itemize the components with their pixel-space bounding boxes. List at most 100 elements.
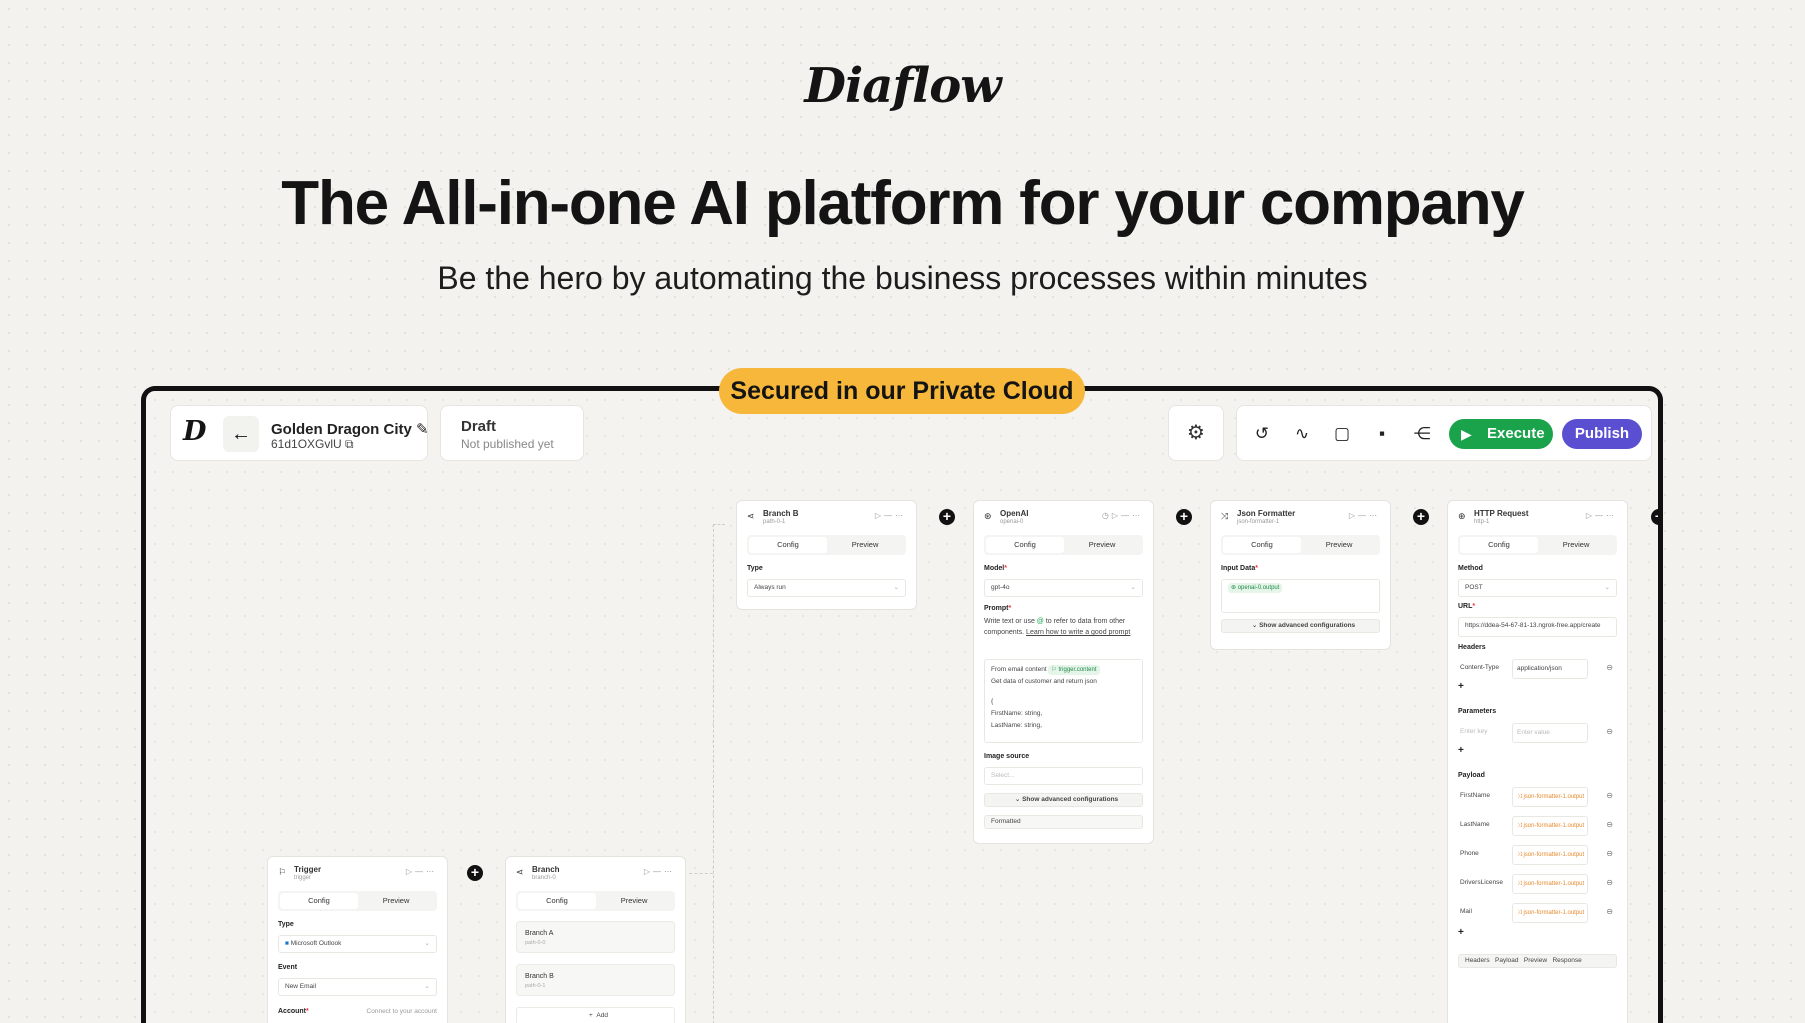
activity-pulse-icon[interactable]: ∿ — [1289, 421, 1315, 447]
payload-value-input[interactable]: ⤨ json-formatter-1.output — [1512, 903, 1588, 923]
tab-config[interactable]: Config — [749, 537, 827, 553]
node-controls-icon[interactable]: ▷—⋯ — [644, 867, 675, 876]
save-disk-icon[interactable]: ▪ — [1369, 421, 1395, 447]
prompt-help: Write text or use @ to refer to data fro… — [984, 618, 1131, 636]
page-subline: Be the hero by automating the business p… — [437, 260, 1368, 296]
node-id: openai-0 — [1000, 519, 1024, 525]
remove-circle-icon[interactable]: ⊖ — [1606, 727, 1613, 736]
remove-circle-icon[interactable]: ⊖ — [1606, 791, 1613, 800]
back-arrow-icon[interactable]: ← — [223, 416, 259, 452]
add-plus-icon[interactable]: + — [1458, 745, 1464, 756]
add-node-plus-icon[interactable]: + — [939, 509, 955, 525]
edit-pencil-icon[interactable]: ✎ — [416, 421, 429, 438]
header-value-input[interactable]: application/json — [1512, 659, 1588, 679]
node-title: OpenAI — [1000, 509, 1029, 518]
node-controls-icon[interactable]: ▷—⋯ — [406, 867, 437, 876]
tab-preview[interactable]: Preview — [1063, 537, 1141, 553]
url-input[interactable]: https://ddea-54-67-81-13.ngrok-free.app/… — [1458, 617, 1617, 637]
add-node-plus-icon[interactable]: + — [467, 865, 483, 881]
prompt-textarea[interactable]: From email content ⚐ trigger.content Get… — [984, 659, 1143, 743]
payload-value-input[interactable]: ⤨ json-formatter-1.output — [1512, 816, 1588, 836]
tab-config[interactable]: Config — [1223, 537, 1301, 553]
at-icon: @ — [1036, 618, 1044, 625]
add-plus-icon[interactable]: + — [1458, 927, 1464, 938]
remove-circle-icon[interactable]: ⊖ — [1606, 663, 1613, 672]
add-plus-icon[interactable]: + — [1458, 681, 1464, 692]
project-name[interactable]: Golden Dragon City ✎ — [271, 420, 429, 438]
add-node-plus-icon[interactable]: + — [1176, 509, 1192, 525]
tab-headers[interactable]: Headers — [1465, 957, 1490, 964]
tab-preview[interactable]: Preview — [1300, 537, 1378, 553]
variable-tag: ⊛ openai-0.output — [1228, 583, 1283, 593]
branch-icon: ⋖ — [747, 511, 755, 521]
diaflow-mark-icon[interactable]: D — [183, 416, 206, 447]
method-select[interactable]: POST ⌄ — [1458, 579, 1617, 597]
settings-gear-icon[interactable]: ⚙ — [1168, 405, 1224, 461]
share-icon[interactable]: ⋲ — [1409, 421, 1435, 447]
node-controls-icon[interactable]: ▷—⋯ — [1586, 511, 1617, 520]
add-branch-button[interactable]: + Add — [516, 1007, 675, 1023]
history-icon[interactable]: ↺ — [1249, 421, 1275, 447]
tab-response[interactable]: Response — [1552, 957, 1581, 964]
add-node-plus-icon[interactable]: + — [1413, 509, 1429, 525]
input-data-field[interactable]: ⊛ openai-0.output — [1221, 579, 1380, 613]
node-tabs: Config Preview — [516, 891, 675, 911]
advanced-config-toggle[interactable]: ⌄ Show advanced configurations — [984, 793, 1143, 807]
node-controls-icon[interactable]: ▷—⋯ — [875, 511, 906, 520]
node-branch[interactable]: ⋖ Branch branch-0 ▷—⋯ Config Preview Bra… — [505, 856, 686, 1023]
project-id: 61d1OXGvlU ⧉ — [271, 437, 354, 451]
param-key-input[interactable]: Enter key — [1460, 728, 1487, 735]
tab-preview[interactable]: Preview — [1524, 957, 1547, 964]
copy-icon[interactable]: ⧉ — [345, 437, 354, 451]
node-controls-icon[interactable]: ◷▷—⋯ — [1102, 511, 1143, 520]
add-node-plus-icon[interactable]: + — [1651, 509, 1658, 525]
param-value-input[interactable]: Enter value — [1512, 723, 1588, 743]
type-select[interactable]: Always run ⌄ — [747, 579, 906, 597]
connector-line — [689, 873, 713, 874]
node-id: json-formatter-1 — [1237, 519, 1280, 525]
image-source-select[interactable]: Select... — [984, 767, 1143, 785]
payload-value-input[interactable]: ⤨ json-formatter-1.output — [1512, 845, 1588, 865]
execute-button[interactable]: ▶ Execute — [1449, 419, 1553, 449]
advanced-config-toggle[interactable]: ⌄ Show advanced configurations — [1221, 619, 1380, 633]
node-trigger[interactable]: ⚐ Trigger trigger ▷—⋯ Config Preview Typ… — [267, 856, 448, 1023]
field-label: Type — [278, 921, 294, 928]
field-label: Parameters — [1458, 708, 1497, 715]
node-branch-b[interactable]: ⋖ Branch B path-0-1 ▷—⋯ Config Preview T… — [736, 500, 917, 610]
remove-circle-icon[interactable]: ⊖ — [1606, 878, 1613, 887]
tab-config[interactable]: Config — [1460, 537, 1538, 553]
node-title: Branch B — [763, 509, 799, 518]
prompt-help-link[interactable]: Learn how to write a good prompt — [1026, 629, 1130, 636]
output-format-select[interactable]: Formatted — [984, 815, 1143, 829]
connect-account-link[interactable]: Connect to your account — [367, 1008, 437, 1015]
event-select[interactable]: New Email ⌄ — [278, 978, 437, 996]
node-controls-icon[interactable]: ▷—⋯ — [1349, 511, 1380, 520]
tab-config[interactable]: Config — [986, 537, 1064, 553]
tab-payload[interactable]: Payload — [1495, 957, 1519, 964]
tab-config[interactable]: Config — [280, 893, 358, 909]
node-json-formatter[interactable]: ⤨ Json Formatter json-formatter-1 ▷—⋯ Co… — [1210, 500, 1391, 650]
remove-circle-icon[interactable]: ⊖ — [1606, 907, 1613, 916]
node-openai[interactable]: ⊛ OpenAI openai-0 ◷▷—⋯ Config Preview Mo… — [973, 500, 1154, 844]
model-select[interactable]: gpt-4o ⌄ — [984, 579, 1143, 597]
project-panel: D ← Golden Dragon City ✎ 61d1OXGvlU ⧉ — [170, 405, 429, 461]
branch-item[interactable]: Branch A path-0-0 — [516, 921, 675, 953]
tab-preview[interactable]: Preview — [1537, 537, 1615, 553]
page-headline: The All-in-one AI platform for your comp… — [281, 169, 1525, 238]
publish-button[interactable]: Publish — [1562, 419, 1642, 449]
tab-config[interactable]: Config — [518, 893, 596, 909]
tab-preview[interactable]: Preview — [826, 537, 904, 553]
http-footer-tabs: Headers Payload Preview Response — [1458, 954, 1617, 968]
note-icon[interactable]: ▢ — [1329, 421, 1355, 447]
tab-preview[interactable]: Preview — [357, 893, 435, 909]
trigger-type-select[interactable]: ■ Microsoft Outlook ⌄ — [278, 935, 437, 953]
remove-circle-icon[interactable]: ⊖ — [1606, 820, 1613, 829]
node-http-request[interactable]: ⊕ HTTP Request http-1 ▷—⋯ Config Preview… — [1447, 500, 1628, 1023]
node-tabs: Config Preview — [747, 535, 906, 555]
payload-value-input[interactable]: ⤨ json-formatter-1.output — [1512, 787, 1588, 807]
branch-item[interactable]: Branch B path-0-1 — [516, 964, 675, 996]
field-label: Event — [278, 964, 298, 971]
remove-circle-icon[interactable]: ⊖ — [1606, 849, 1613, 858]
tab-preview[interactable]: Preview — [595, 893, 673, 909]
payload-value-input[interactable]: ⤨ json-formatter-1.output — [1512, 874, 1588, 894]
